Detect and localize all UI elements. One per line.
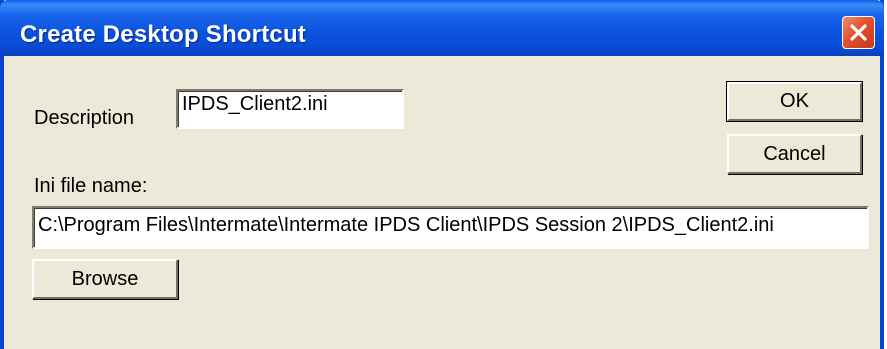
window-title: Create Desktop Shortcut bbox=[20, 21, 306, 48]
ini-file-name-field[interactable]: C:\Program Files\Intermate\Intermate IPD… bbox=[32, 206, 869, 249]
title-bar[interactable]: Create Desktop Shortcut bbox=[0, 0, 884, 56]
create-desktop-shortcut-dialog: Create Desktop Shortcut Description IPDS… bbox=[0, 0, 884, 349]
browse-button[interactable]: Browse bbox=[32, 259, 178, 299]
description-label: Description bbox=[34, 107, 135, 129]
ok-button[interactable]: OK bbox=[726, 81, 863, 122]
description-field[interactable]: IPDS_Client2.ini bbox=[176, 89, 404, 129]
cancel-button[interactable]: Cancel bbox=[727, 134, 862, 174]
close-button[interactable] bbox=[842, 16, 875, 49]
ini-file-name-label: Ini file name: bbox=[34, 175, 148, 197]
close-icon bbox=[849, 23, 868, 42]
